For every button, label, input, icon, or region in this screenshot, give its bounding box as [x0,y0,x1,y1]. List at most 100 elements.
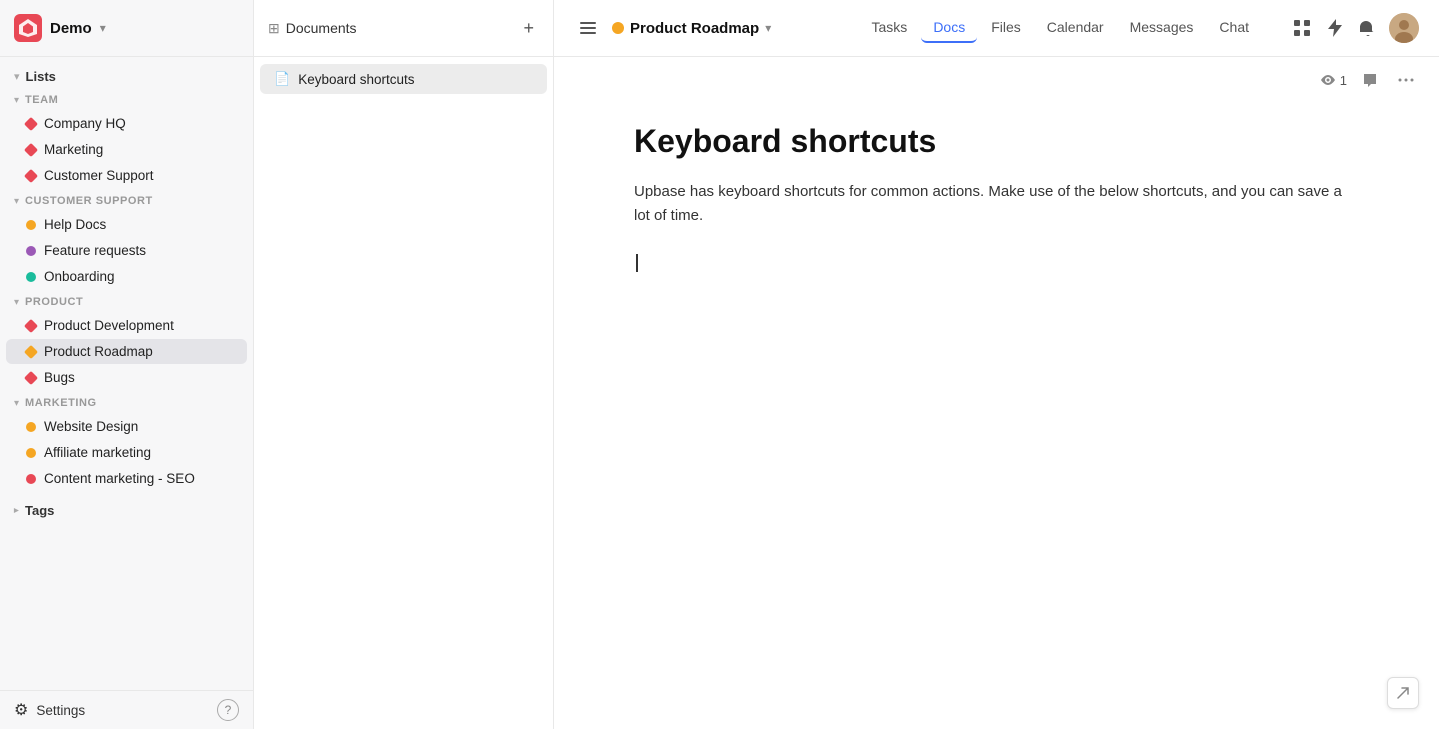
team-items: Company HQ Marketing Customer Support [0,111,253,188]
customer-support-section-label: CUSTOMER SUPPORT [25,195,153,207]
document-area: 1 Keyboard shortcuts Upbase has keyboard… [554,57,1439,729]
sidebar-item-onboarding[interactable]: Onboarding [6,264,247,289]
lists-label: Lists [26,69,56,84]
project-dot-icon [612,22,624,34]
docs-panel-title: ⊞ Documents [268,20,357,37]
workspace-chevron-icon: ▾ [100,21,106,35]
viewers-count: 1 [1340,73,1347,88]
marketing-chevron-icon: ▾ [14,398,19,409]
sidebar-item-help-docs[interactable]: Help Docs [6,212,247,237]
workspace-switcher[interactable]: Demo ▾ [14,14,106,42]
sidebar: Demo ▾ ▾ Lists ▾ TEAM Company HQ Marketi… [0,0,254,729]
sidebar-item-bugs[interactable]: Bugs [6,365,247,390]
feature-requests-icon [26,246,36,256]
workspace-name: Demo [50,20,92,37]
bell-icon [1360,20,1376,36]
content-marketing-icon [26,474,36,484]
onboarding-icon [26,272,36,282]
nav-calendar[interactable]: Calendar [1035,13,1116,43]
lists-collapse-icon: ▾ [14,70,20,83]
tags-label: Tags [25,503,54,518]
document-paragraph: Upbase has keyboard shortcuts for common… [634,180,1359,228]
sidebar-item-website-design[interactable]: Website Design [6,414,247,439]
product-section-header[interactable]: ▾ PRODUCT [0,290,253,312]
marketing-icon [24,142,38,156]
feature-requests-label: Feature requests [44,243,146,258]
avatar-image [1389,13,1419,43]
product-section-label: PRODUCT [25,296,83,308]
doc-item-keyboard-shortcuts[interactable]: 📄 Keyboard shortcuts [260,64,547,94]
avatar[interactable] [1389,13,1419,43]
settings-label: Settings [36,703,85,718]
website-design-label: Website Design [44,419,138,434]
grid-apps-button[interactable] [1289,15,1315,41]
documents-label: Documents [286,20,357,36]
marketing-items: Website Design Affiliate marketing Conte… [0,414,253,491]
website-design-icon [26,422,36,432]
nav-tasks[interactable]: Tasks [860,13,920,43]
document-content[interactable]: Keyboard shortcuts Upbase has keyboard s… [554,103,1439,316]
sidebar-toggle-button[interactable] [574,14,602,42]
topbar-right [1289,13,1419,43]
sidebar-item-product-roadmap[interactable]: Product Roadmap [6,339,247,364]
document-body: Upbase has keyboard shortcuts for common… [634,180,1359,276]
sidebar-item-marketing[interactable]: Marketing [6,137,247,162]
scroll-to-top-button[interactable] [1387,677,1419,709]
onboarding-label: Onboarding [44,269,115,284]
nav-files[interactable]: Files [979,13,1033,43]
nav-messages[interactable]: Messages [1118,13,1206,43]
sidebar-item-feature-requests[interactable]: Feature requests [6,238,247,263]
sidebar-item-customer-support[interactable]: Customer Support [6,163,247,188]
help-docs-icon [26,220,36,230]
project-chevron-icon: ▾ [765,21,771,35]
nav-docs[interactable]: Docs [921,13,977,43]
document-icon: 📄 [274,71,290,87]
tags-header[interactable]: ▾ Tags [0,497,253,522]
settings-item[interactable]: ⚙ Settings [14,700,85,720]
document-title: Keyboard shortcuts [634,123,1359,160]
project-name[interactable]: Product Roadmap ▾ [612,20,771,37]
docs-list: 📄 Keyboard shortcuts [254,57,553,101]
notifications-button[interactable] [1355,15,1381,41]
add-document-button[interactable]: + [518,13,539,44]
more-options-button[interactable] [1393,67,1419,93]
docs-panel: ⊞ Documents + 📄 Keyboard shortcuts [254,0,554,729]
marketing-section-header[interactable]: ▾ MARKETING [0,391,253,413]
customer-support-chevron-icon: ▾ [14,196,19,207]
lists-header[interactable]: ▾ Lists [0,61,253,88]
marketing-section-label: MARKETING [25,397,97,409]
help-icon[interactable]: ? [217,699,239,721]
customer-support-section-header[interactable]: ▾ CUSTOMER SUPPORT [0,189,253,211]
product-roadmap-icon [24,344,38,358]
doc-item-label: Keyboard shortcuts [298,72,414,87]
settings-icon: ⚙ [14,700,28,720]
external-link-icon [1396,686,1410,700]
customer-support-label: Customer Support [44,168,154,183]
customer-support-icon [24,168,38,182]
nav-chat[interactable]: Chat [1207,13,1261,43]
tags-chevron-icon: ▾ [11,508,22,513]
comment-button[interactable] [1357,67,1383,93]
product-development-icon [24,318,38,332]
viewers-badge: 1 [1320,72,1347,88]
company-hq-label: Company HQ [44,116,126,131]
company-hq-icon [24,116,38,130]
main-area: Product Roadmap ▾ Tasks Docs Files Calen… [554,0,1439,729]
sidebar-item-company-hq[interactable]: Company HQ [6,111,247,136]
affiliate-marketing-icon [26,448,36,458]
affiliate-marketing-label: Affiliate marketing [44,445,151,460]
product-chevron-icon: ▾ [14,297,19,308]
team-section-header[interactable]: ▾ TEAM [0,88,253,110]
team-chevron-icon: ▾ [14,95,19,106]
topbar: Product Roadmap ▾ Tasks Docs Files Calen… [554,0,1439,57]
lists-section: ▾ Lists ▾ TEAM Company HQ Marketing Cust… [0,57,253,526]
eye-icon [1320,72,1336,88]
sidebar-item-product-development[interactable]: Product Development [6,313,247,338]
sidebar-item-affiliate-marketing[interactable]: Affiliate marketing [6,440,247,465]
bolt-button[interactable] [1323,14,1347,42]
more-options-icon [1398,72,1414,88]
grid-apps-icon [1294,20,1310,36]
topbar-nav: Tasks Docs Files Calendar Messages Chat [860,13,1261,43]
sidebar-item-content-marketing[interactable]: Content marketing - SEO [6,466,247,491]
text-cursor [636,254,638,272]
